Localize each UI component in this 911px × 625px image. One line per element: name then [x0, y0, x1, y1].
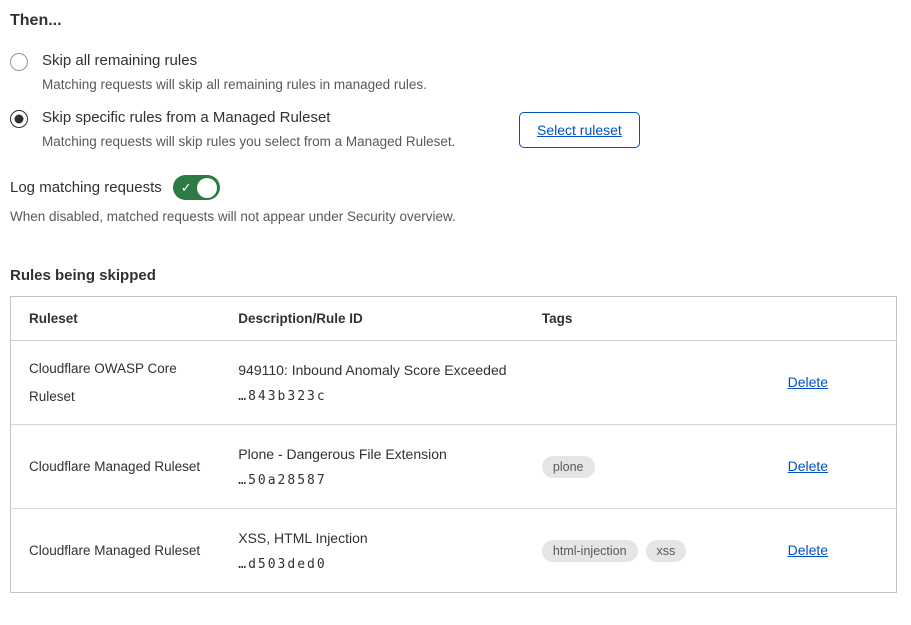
option-skip-specific-description: Matching requests will skip rules you se…: [42, 133, 455, 150]
option-skip-all-label[interactable]: Skip all remaining rules: [42, 51, 427, 71]
description-cell: Plone - Dangerous File Extension …50a285…: [220, 425, 524, 509]
description-cell: 949110: Inbound Anomaly Score Exceeded ……: [220, 341, 524, 425]
rules-being-skipped-heading: Rules being skipped: [10, 267, 897, 285]
toggle-check-icon: ✓: [181, 180, 192, 193]
delete-link[interactable]: Delete: [788, 374, 828, 390]
tags-cell: html-injection xss: [524, 509, 770, 593]
action-cell: Delete: [770, 509, 897, 593]
log-matching-requests-label: Log matching requests: [10, 179, 162, 196]
rule-description: Plone - Dangerous File Extension: [238, 446, 516, 463]
action-cell: Delete: [770, 341, 897, 425]
radio-skip-all-rules[interactable]: [10, 53, 28, 71]
log-matching-requests-row: Log matching requests ✓: [10, 175, 897, 200]
tags-cell: plone: [524, 425, 770, 509]
rule-description: XSS, HTML Injection: [238, 530, 516, 547]
column-header-description: Description/Rule ID: [220, 297, 524, 341]
rule-description: 949110: Inbound Anomaly Score Exceeded: [238, 362, 516, 379]
option-skip-specific-rules[interactable]: Skip specific rules from a Managed Rules…: [10, 108, 897, 150]
select-ruleset-button[interactable]: Select ruleset: [519, 112, 640, 148]
table-header-row: Ruleset Description/Rule ID Tags: [11, 297, 897, 341]
ruleset-cell: Cloudflare OWASP Core Ruleset: [11, 341, 221, 425]
tag-pill: plone: [542, 456, 595, 478]
then-heading: Then...: [10, 11, 897, 30]
rule-id: …50a28587: [238, 473, 516, 488]
waf-rule-action-panel: Then... Skip all remaining rules Matchin…: [0, 11, 911, 593]
rule-id: …843b323c: [238, 389, 516, 404]
option-skip-specific-label[interactable]: Skip specific rules from a Managed Rules…: [42, 108, 455, 128]
ruleset-cell: Cloudflare Managed Ruleset: [11, 509, 221, 593]
option-skip-all-description: Matching requests will skip all remainin…: [42, 76, 427, 93]
action-options: Skip all remaining rules Matching reques…: [10, 51, 897, 150]
tag-pill: xss: [646, 540, 687, 562]
delete-link[interactable]: Delete: [788, 542, 828, 558]
column-header-actions: [770, 297, 897, 341]
option-skip-all-rules[interactable]: Skip all remaining rules Matching reques…: [10, 51, 897, 93]
delete-link[interactable]: Delete: [788, 458, 828, 474]
option-body: Skip specific rules from a Managed Rules…: [42, 108, 455, 150]
table-row: Cloudflare OWASP Core Ruleset 949110: In…: [11, 341, 897, 425]
log-toggle-description: When disabled, matched requests will not…: [10, 208, 897, 225]
tags-cell: [524, 341, 770, 425]
toggle-knob: [197, 178, 217, 198]
description-cell: XSS, HTML Injection …d503ded0: [220, 509, 524, 593]
rule-id: …d503ded0: [238, 557, 516, 572]
radio-skip-specific-rules[interactable]: [10, 110, 28, 128]
table-row: Cloudflare Managed Ruleset Plone - Dange…: [11, 425, 897, 509]
ruleset-cell: Cloudflare Managed Ruleset: [11, 425, 221, 509]
action-cell: Delete: [770, 425, 897, 509]
table-row: Cloudflare Managed Ruleset XSS, HTML Inj…: [11, 509, 897, 593]
column-header-tags: Tags: [524, 297, 770, 341]
skipped-rules-table: Ruleset Description/Rule ID Tags Cloudfl…: [10, 296, 897, 593]
log-matching-requests-toggle[interactable]: ✓: [173, 175, 220, 200]
option-body: Skip all remaining rules Matching reques…: [42, 51, 427, 93]
tag-pill: html-injection: [542, 540, 638, 562]
column-header-ruleset: Ruleset: [11, 297, 221, 341]
